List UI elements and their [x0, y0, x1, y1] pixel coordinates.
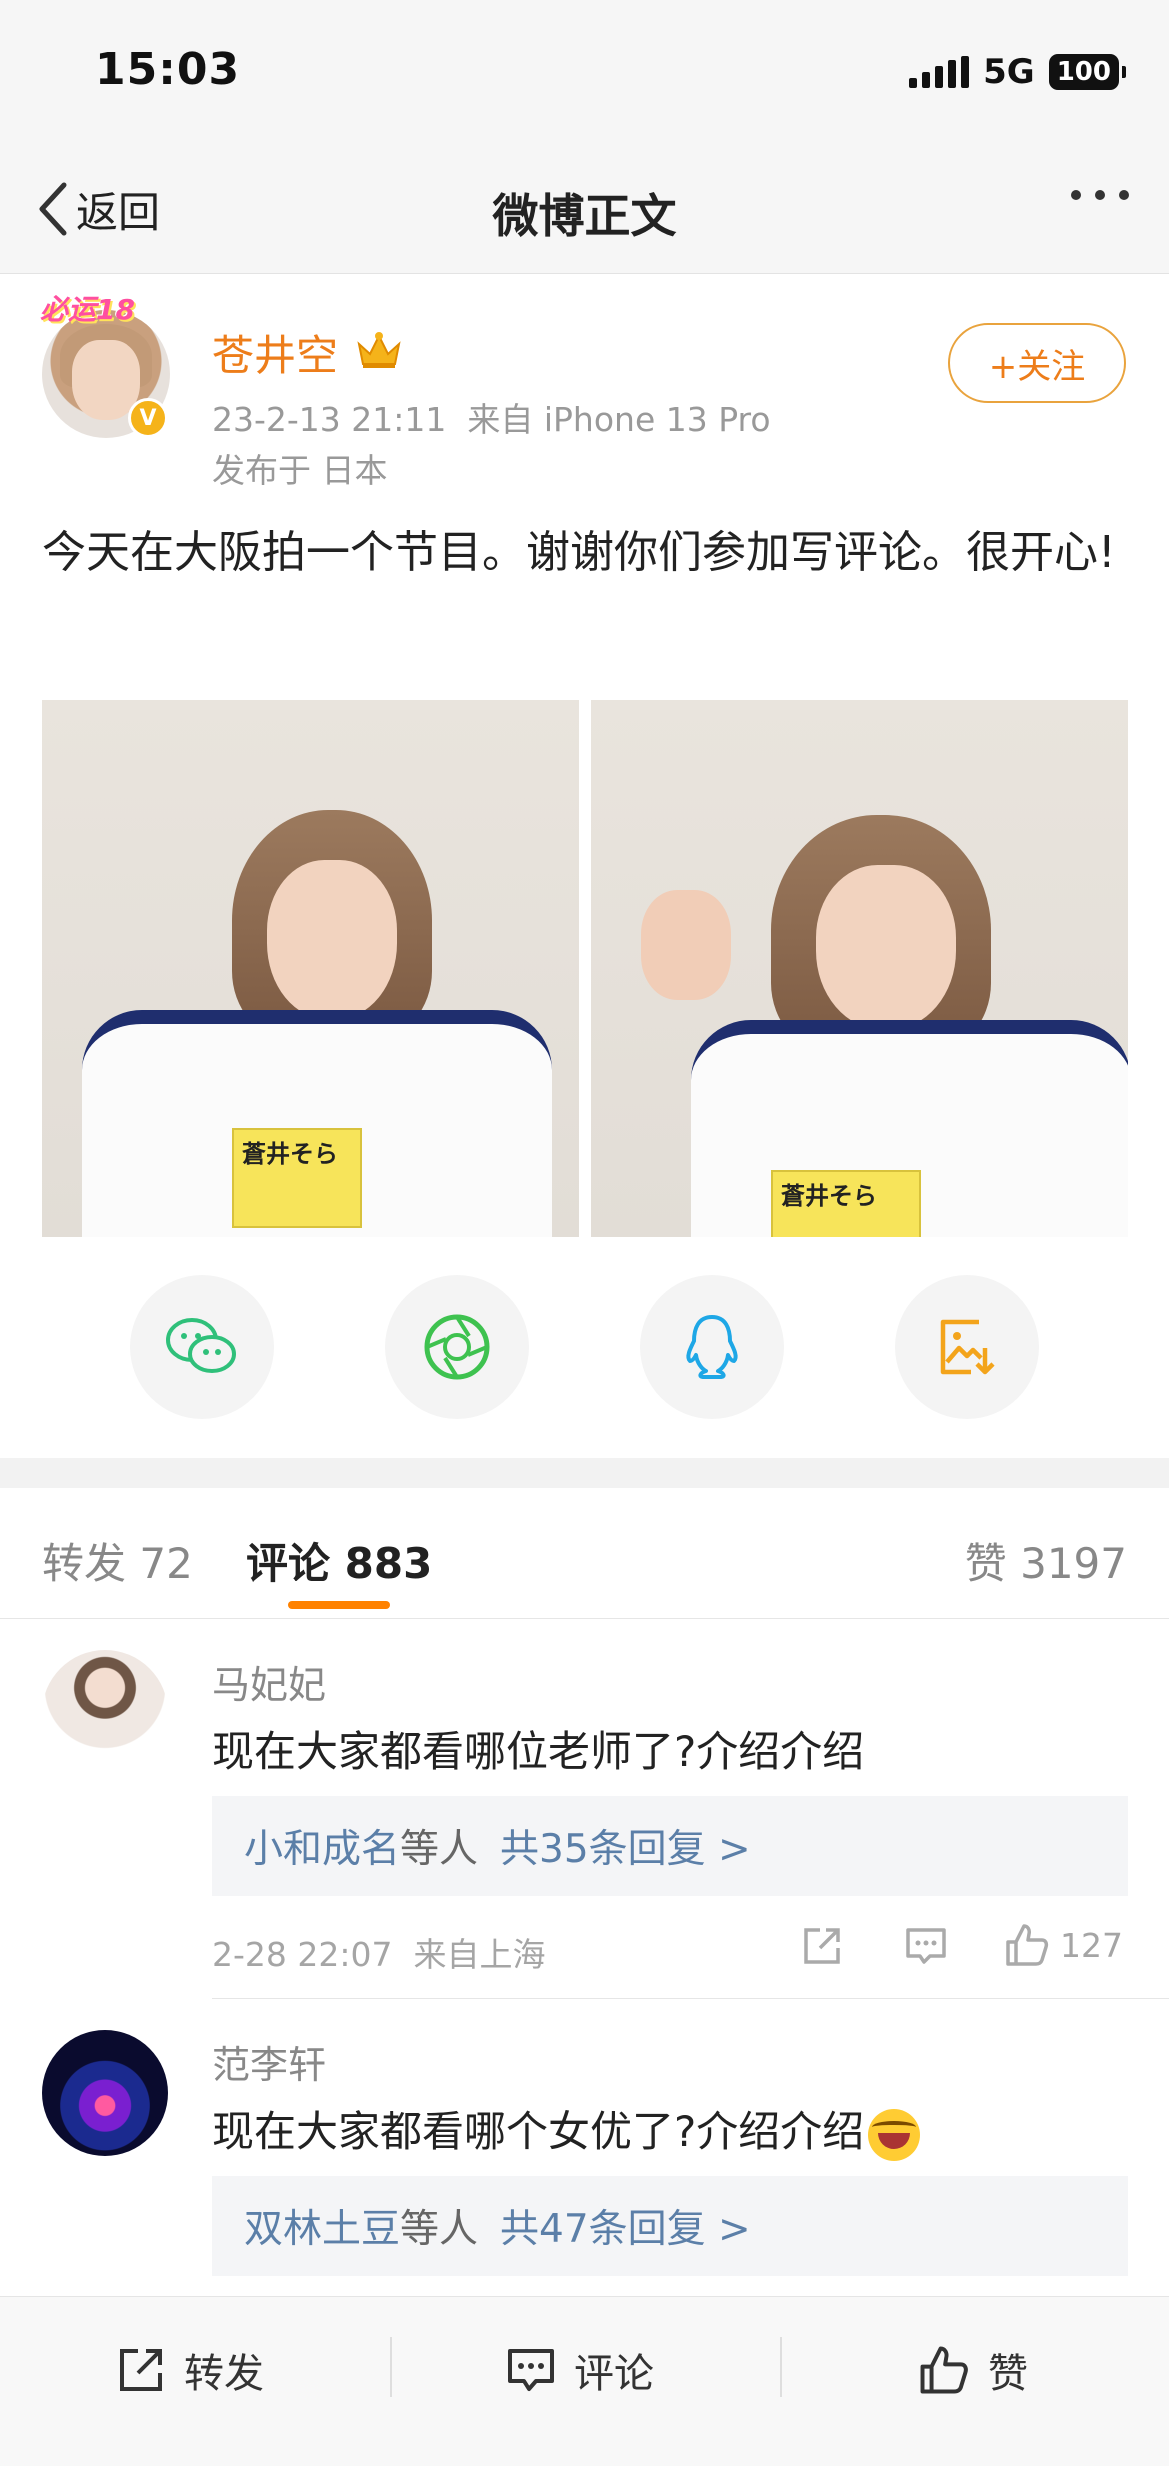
post-text: 今天在大阪拍一个节目。谢谢你们参加写评论。很开心!: [42, 527, 1116, 578]
comment-reply-button[interactable]: [904, 1924, 948, 1968]
post-location: 发布于 日本: [212, 451, 388, 490]
thumbs-up-icon: [920, 2346, 968, 2394]
author-name[interactable]: 苍井空: [212, 322, 338, 383]
share-icon: [804, 1928, 840, 1964]
comment-replies[interactable]: 双林土豆 等人 共47条回复 >: [212, 2176, 1128, 2276]
share-icon: [120, 2349, 162, 2391]
comment-icon: [906, 1928, 946, 1964]
post-image-1[interactable]: 蒼井そら: [42, 700, 579, 1237]
comment-repost-button[interactable]: [800, 1924, 844, 1968]
save-image-button[interactable]: [895, 1275, 1039, 1419]
page-title: 微博正文: [492, 189, 677, 243]
name-tag: 蒼井そら: [771, 1170, 921, 1237]
laughing-emoji-icon: [868, 2108, 921, 2161]
active-tab-indicator: [288, 1601, 390, 1609]
nav-bar: 返回 微博正文: [0, 150, 1169, 274]
comment-text: 现在大家都看哪位老师了?介绍介绍: [212, 1727, 865, 1776]
comment-text: 现在大家都看哪个女优了?介绍介绍: [212, 2098, 921, 2161]
tab-reposts[interactable]: 转发 72: [42, 1530, 193, 1591]
like-count: 127: [1060, 1925, 1123, 1965]
tabs-divider: [0, 1618, 1169, 1619]
commenter-name[interactable]: 马妃妃: [212, 1654, 326, 1709]
thumbs-up-icon: [1006, 1924, 1049, 1966]
reply-names[interactable]: 双林土豆: [244, 2198, 400, 2254]
reply-mid: 等人: [400, 1827, 479, 1872]
reply-count[interactable]: 共47条回复 >: [500, 2198, 751, 2254]
reply-count[interactable]: 共35条回复 >: [500, 1818, 751, 1874]
share-qq-button[interactable]: [640, 1275, 784, 1419]
reply-mid: 等人: [400, 2207, 479, 2252]
comment-button[interactable]: 评论: [506, 2341, 654, 2399]
status-bar: 15:03 5G 100: [0, 0, 1169, 150]
name-tag: 蒼井そら: [232, 1128, 362, 1228]
save-image-icon: [940, 1319, 995, 1375]
like-label: 赞: [988, 2351, 1028, 2397]
like-button[interactable]: 赞: [918, 2341, 1028, 2399]
comment-label: 评论: [574, 2351, 654, 2397]
bar-separator: [390, 2337, 392, 2397]
signal-icon: [909, 56, 970, 88]
tab-likes[interactable]: 赞 3197: [965, 1530, 1127, 1591]
avatar-badge: 必运18: [40, 293, 135, 326]
post-image-2[interactable]: 蒼井そら: [591, 700, 1128, 1237]
post-meta: 23-2-13 21:11 来自 iPhone 13 Pro: [212, 393, 771, 441]
verified-icon: V: [128, 398, 168, 438]
crown-icon: [357, 332, 401, 368]
status-time: 15:03: [95, 44, 241, 95]
reply-names[interactable]: 小和成名: [244, 1818, 400, 1874]
comment-icon: [508, 2349, 554, 2391]
comment-divider: [212, 1998, 1169, 1999]
comment-text-content: 现在大家都看哪个女优了?介绍介绍: [212, 2107, 865, 2156]
tab-comments[interactable]: 评论 883: [246, 1530, 432, 1591]
network-label: 5G: [983, 52, 1035, 92]
battery-icon: 100: [1048, 54, 1127, 90]
share-moments-button[interactable]: [385, 1275, 529, 1419]
comment-replies[interactable]: 小和成名 等人 共35条回复 >: [212, 1796, 1128, 1896]
post-source: 来自 iPhone 13 Pro: [467, 400, 771, 439]
repost-button[interactable]: 转发: [116, 2341, 264, 2399]
share-wechat-button[interactable]: [130, 1275, 274, 1419]
bar-separator: [780, 2337, 782, 2397]
qq-icon: [686, 1315, 738, 1379]
more-options-icon[interactable]: [1071, 190, 1129, 200]
section-divider: [0, 1458, 1169, 1488]
post-datetime: 23-2-13 21:11: [212, 400, 447, 439]
follow-button[interactable]: +关注: [948, 323, 1126, 403]
comment-meta: 2-28 22:07 来自上海: [212, 1928, 545, 1976]
moments-icon: [424, 1314, 490, 1380]
status-indicators: 5G 100: [909, 52, 1127, 92]
repost-label: 转发: [184, 2351, 264, 2397]
commenter-avatar[interactable]: [42, 1650, 168, 1776]
wechat-icon: [166, 1318, 236, 1373]
bottom-action-bar: 转发 评论 赞: [0, 2296, 1169, 2466]
comment-like-button[interactable]: 127: [1004, 1922, 1123, 1968]
comment-source: 来自上海: [413, 1935, 546, 1974]
commenter-avatar[interactable]: [42, 2030, 168, 2156]
commenter-name[interactable]: 范李轩: [212, 2034, 326, 2089]
comment-time: 2-28 22:07: [212, 1935, 393, 1974]
